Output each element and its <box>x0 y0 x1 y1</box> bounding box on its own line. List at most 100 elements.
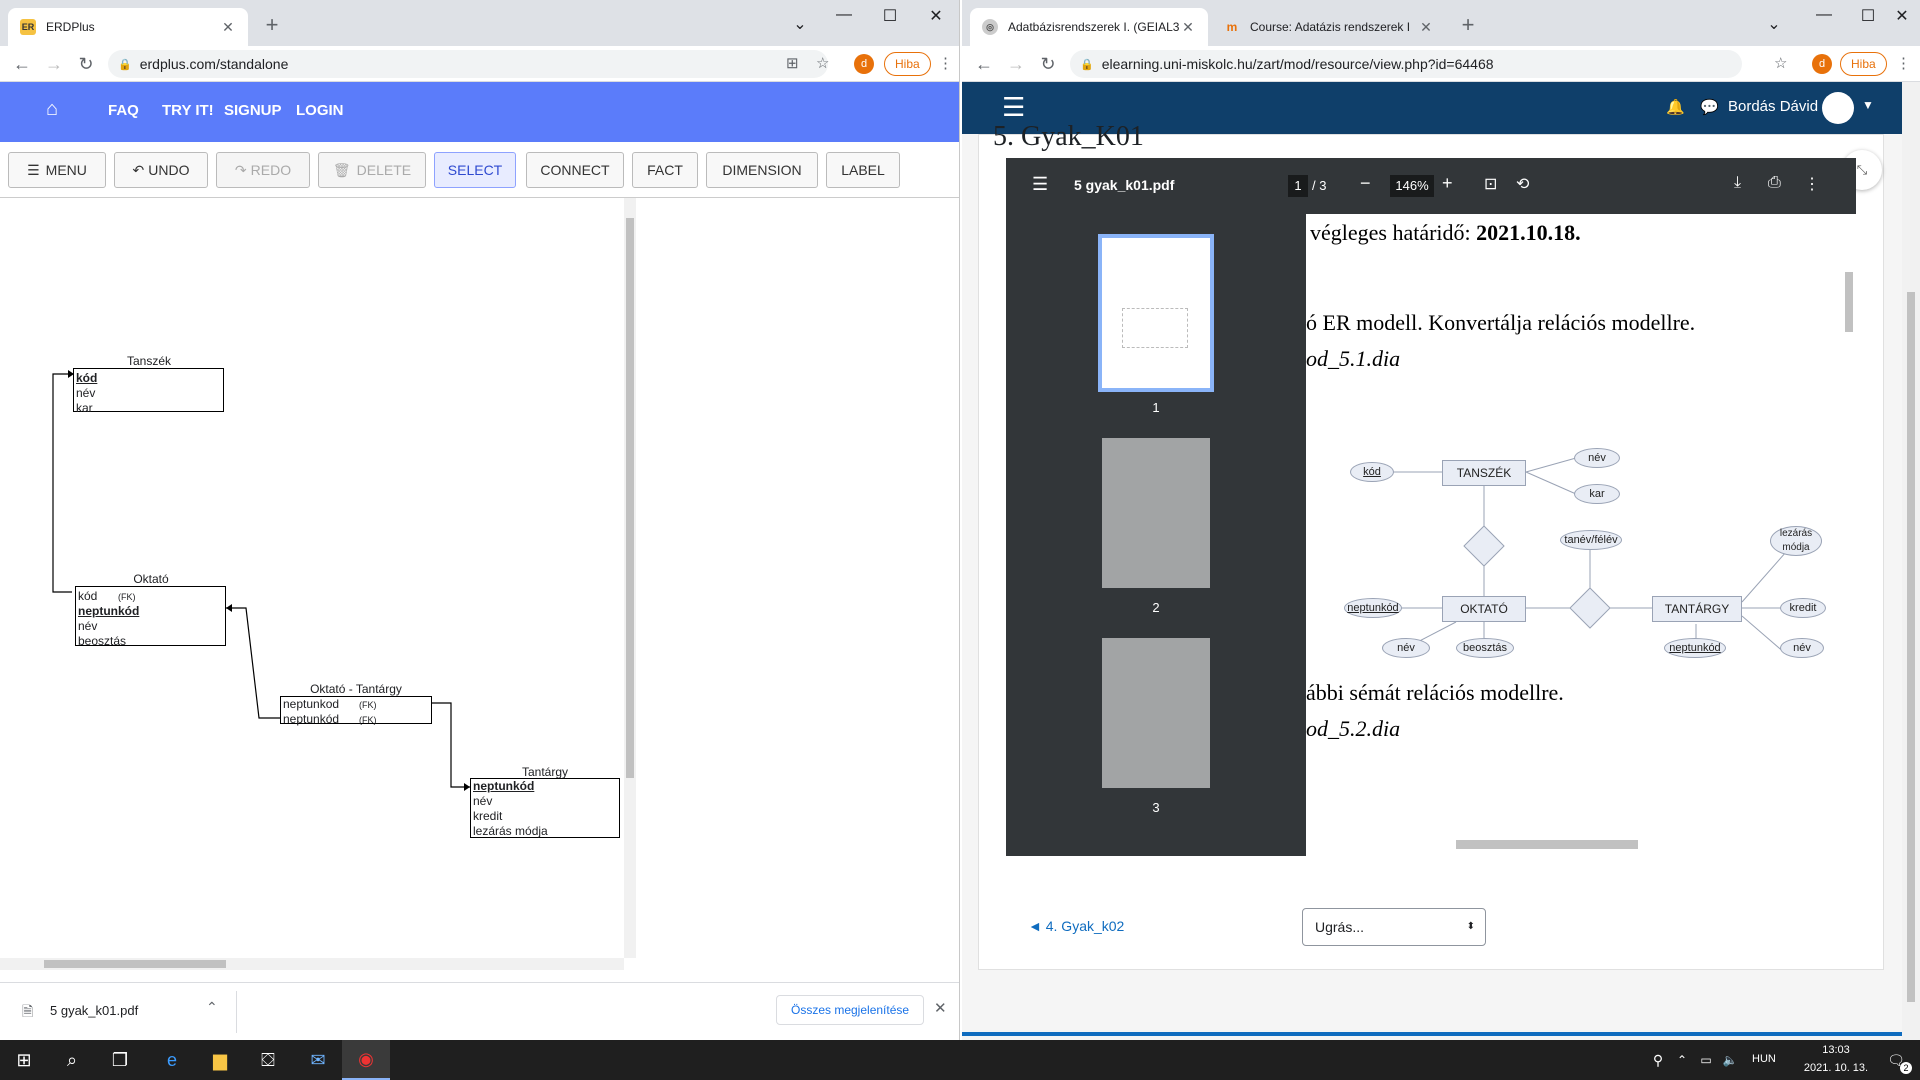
translate-icon[interactable]: ⊞ <box>786 54 799 72</box>
nav-signup[interactable]: SIGNUP <box>224 102 282 119</box>
store-icon[interactable]: ⛋ <box>244 1040 292 1080</box>
table-tanszek[interactable]: kód név kar <box>73 368 224 415</box>
bookmark-star-icon[interactable]: ☆ <box>816 54 829 72</box>
horizontal-scrollbar[interactable] <box>0 958 624 970</box>
error-badge-button[interactable]: Hiba <box>884 52 931 76</box>
minimize-button[interactable]: — <box>824 6 864 24</box>
chrome-icon[interactable]: ◉ <box>342 1040 390 1080</box>
redo-button[interactable]: ↷ REDO <box>216 152 310 188</box>
chevron-up-icon[interactable]: ⌃ <box>1670 1040 1694 1080</box>
hamburger-icon[interactable]: ☰ <box>1002 92 1025 123</box>
select-button[interactable]: SELECT <box>434 152 516 188</box>
pdf-vertical-scrollbar[interactable] <box>1842 214 1856 832</box>
print-icon[interactable]: ⎙ <box>1768 174 1781 192</box>
thumbnail-page-2[interactable] <box>1102 438 1210 588</box>
chevron-up-icon[interactable]: ⌃ <box>206 999 218 1016</box>
chat-bubble-icon[interactable]: 💬 <box>1700 98 1719 116</box>
language-indicator[interactable]: HUN <box>1752 1053 1776 1065</box>
edge-icon[interactable]: e <box>148 1040 196 1080</box>
scrollbar-thumb[interactable] <box>44 960 226 968</box>
tab-close-icon[interactable]: ✕ <box>1180 19 1196 36</box>
scrollbar-thumb[interactable] <box>1845 272 1853 332</box>
search-icon[interactable]: ⌕ <box>48 1040 96 1080</box>
scrollbar-thumb[interactable] <box>626 218 634 778</box>
diagram-canvas[interactable]: Tanszék kód név kar Oktató kód (FK) neptu… <box>0 198 636 970</box>
file-explorer-icon[interactable]: ▆ <box>196 1040 244 1080</box>
minimize-button[interactable]: — <box>1804 6 1844 24</box>
tab-course[interactable]: m Course: Adatázis rendszerek I ✕ <box>1212 8 1446 46</box>
forward-arrow-icon[interactable]: → <box>1004 52 1028 76</box>
address-bar[interactable]: 🔒 elearning.uni-miskolc.hu/zart/mod/reso… <box>1070 50 1742 78</box>
profile-avatar[interactable]: d <box>854 54 874 74</box>
menu-kebab-icon[interactable]: ⋮ <box>1896 54 1911 72</box>
nav-login[interactable]: LOGIN <box>296 102 344 119</box>
table-tantargy[interactable]: neptunkód név kredit lezárás módja <box>470 778 620 838</box>
connect-button[interactable]: CONNECT <box>526 152 624 188</box>
chevron-down-icon[interactable]: ▼ <box>1862 98 1874 112</box>
clock-date[interactable]: 2021. 10. 13. <box>1796 1062 1876 1074</box>
user-avatar[interactable] <box>1822 92 1854 124</box>
download-icon[interactable]: ⤓ <box>1734 174 1741 192</box>
tab-adatbazis[interactable]: ◎ Adatbázisrendszerek I. (GEIAL32 ✕ <box>970 8 1208 46</box>
zoom-out-icon[interactable]: − <box>1360 173 1371 194</box>
tab-close-icon[interactable]: ✕ <box>220 19 236 36</box>
user-name[interactable]: Bordás Dávid <box>1728 98 1818 115</box>
windows-start-icon[interactable]: ⊞ <box>0 1040 48 1080</box>
menu-button[interactable]: ☰ MENU <box>8 152 106 188</box>
notification-center-icon[interactable]: 🗨 <box>1872 1040 1920 1080</box>
profile-avatar[interactable]: d <box>1812 54 1832 74</box>
undo-button[interactable]: ↶ UNDO <box>114 152 208 188</box>
scrollbar-thumb[interactable] <box>1907 292 1915 1002</box>
table-oktato[interactable]: kód (FK) neptunkód név beosztás <box>75 586 226 648</box>
delete-button[interactable]: 🗑 DELETE <box>318 152 426 188</box>
thumbnail-page-1[interactable] <box>1098 234 1214 392</box>
reload-icon[interactable]: ↻ <box>1036 52 1060 76</box>
scrollbar-thumb[interactable] <box>1456 840 1638 849</box>
rotate-icon[interactable]: ⟲ <box>1516 174 1529 194</box>
close-downloads-icon[interactable]: ✕ <box>934 999 947 1017</box>
home-icon[interactable]: ⌂ <box>46 98 58 121</box>
connector-oktato-kapcsolo[interactable] <box>226 607 280 719</box>
jump-to-select[interactable]: Ugrás... ⬍ <box>1302 908 1486 946</box>
connector-tanszek-oktato[interactable] <box>52 373 74 593</box>
error-badge-button[interactable]: Hiba <box>1840 52 1887 76</box>
reload-icon[interactable]: ↻ <box>74 52 98 76</box>
forward-arrow-icon[interactable]: → <box>42 52 66 76</box>
more-options-icon[interactable]: ⋮ <box>1804 174 1820 194</box>
vertical-scrollbar[interactable] <box>624 198 636 958</box>
new-tab-button[interactable]: + <box>1454 12 1482 38</box>
download-filename[interactable]: 5 gyak_k01.pdf <box>50 1003 138 1018</box>
back-arrow-icon[interactable]: ← <box>972 52 996 76</box>
mail-icon[interactable]: ✉ <box>294 1040 342 1080</box>
close-window-button[interactable]: ✕ <box>916 6 956 26</box>
pdf-horizontal-scrollbar[interactable] <box>1306 832 1856 856</box>
back-arrow-icon[interactable]: ← <box>10 52 34 76</box>
tab-search-icon[interactable]: ⌄ <box>780 14 820 34</box>
tab-close-icon[interactable]: ✕ <box>1418 19 1434 36</box>
bell-icon[interactable]: 🔔 <box>1666 98 1685 116</box>
zoom-level-input[interactable]: 146% <box>1390 175 1434 197</box>
nav-faq[interactable]: FAQ <box>108 102 139 119</box>
maximize-button[interactable]: ☐ <box>870 6 910 26</box>
menu-kebab-icon[interactable]: ⋮ <box>938 54 953 72</box>
fact-button[interactable]: FACT <box>632 152 698 188</box>
volume-icon[interactable]: 🔈 <box>1718 1040 1742 1080</box>
dimension-button[interactable]: DIMENSION <box>706 152 818 188</box>
fit-page-icon[interactable]: ⊡ <box>1484 174 1497 194</box>
table-oktato-tantargy[interactable]: neptunkod (FK) neptunkód (FK) <box>280 696 432 726</box>
tab-search-icon[interactable]: ⌄ <box>1754 14 1794 34</box>
nav-try-it[interactable]: TRY IT! <box>162 102 214 119</box>
close-window-button[interactable]: ✕ <box>1882 6 1920 26</box>
previous-activity-link[interactable]: ◄ 4. Gyak_k02 <box>1028 918 1124 934</box>
show-all-downloads-button[interactable]: Összes megjelenítése <box>776 995 925 1025</box>
thumbnail-page-3[interactable] <box>1102 638 1210 788</box>
network-icon[interactable]: ▭ <box>1694 1040 1718 1080</box>
clock-time[interactable]: 13:03 <box>1796 1044 1876 1056</box>
bookmark-star-icon[interactable]: ☆ <box>1774 54 1787 72</box>
zoom-in-icon[interactable]: + <box>1442 173 1453 194</box>
tab-erdplus[interactable]: ER ERDPlus ✕ <box>8 8 248 46</box>
page-vertical-scrollbar[interactable] <box>1902 82 1920 1040</box>
connector-kapcsolo-tantargy[interactable] <box>432 702 470 788</box>
task-view-icon[interactable]: ❐ <box>96 1040 144 1080</box>
label-button[interactable]: LABEL <box>826 152 900 188</box>
